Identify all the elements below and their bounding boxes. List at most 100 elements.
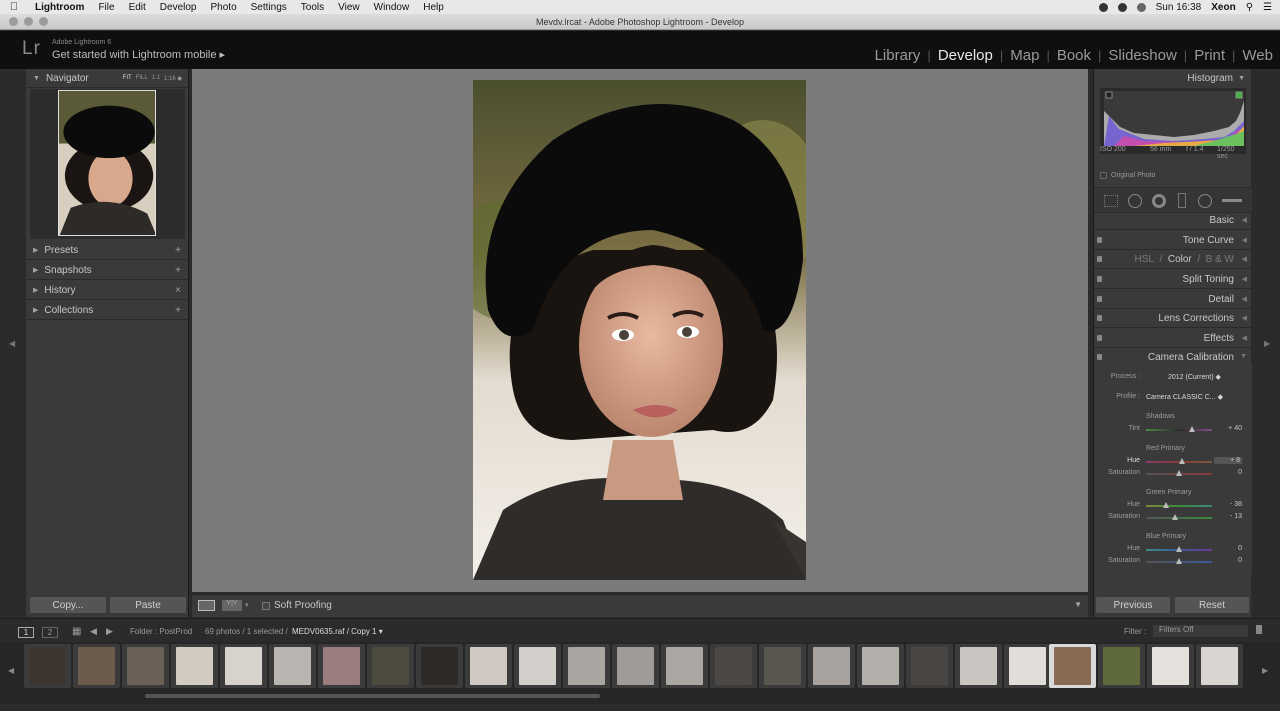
status-icon[interactable] (1117, 2, 1127, 12)
filter-dropdown[interactable]: Filters Off (1153, 625, 1248, 637)
zoom-fit[interactable]: FIT (123, 75, 132, 82)
film-thumb[interactable] (24, 644, 71, 688)
toggle-switch-icon[interactable] (1097, 315, 1102, 321)
module-map[interactable]: Map (1003, 47, 1046, 64)
histogram-header[interactable]: Histogram ▼ (1094, 69, 1251, 88)
module-slideshow[interactable]: Slideshow (1101, 47, 1183, 64)
blue-saturation-slider[interactable] (1146, 558, 1212, 564)
mobile-prompt[interactable]: Get started with Lightroom mobile ▸ (52, 48, 225, 61)
green-hue-slider[interactable] (1146, 502, 1212, 508)
filter-lock-icon[interactable] (1256, 625, 1262, 634)
back-arrow-icon[interactable]: ◀ (90, 626, 97, 637)
wifi-icon[interactable] (1136, 2, 1146, 12)
toggle-switch-icon[interactable] (1097, 354, 1102, 360)
color-tab[interactable]: Color (1168, 254, 1192, 265)
add-snapshot-icon[interactable]: + (175, 265, 181, 276)
toggle-switch-icon[interactable] (1097, 256, 1102, 262)
before-after-icon[interactable]: Y|Y (222, 600, 242, 611)
film-thumb-selected[interactable] (1049, 644, 1096, 688)
add-preset-icon[interactable]: + (175, 245, 181, 256)
graduated-filter-icon[interactable] (1178, 193, 1186, 208)
hsl-tab[interactable]: HSL (1134, 254, 1153, 265)
filmstrip-scrollbar[interactable] (145, 694, 600, 698)
shadows-tint-slider[interactable] (1146, 426, 1212, 432)
toggle-switch-icon[interactable] (1097, 276, 1102, 282)
main-photo[interactable] (473, 80, 806, 580)
search-icon[interactable]: ⚲ (1246, 2, 1253, 13)
film-thumb[interactable] (906, 644, 953, 688)
film-thumb[interactable] (1196, 644, 1243, 688)
zoom-fill[interactable]: FILL (136, 75, 148, 82)
film-thumb[interactable] (661, 644, 708, 688)
reset-button[interactable]: Reset (1175, 597, 1249, 613)
filmstrip-right-icon[interactable]: ▶ (1262, 666, 1268, 675)
menu-photo[interactable]: Photo (204, 2, 244, 13)
film-thumb[interactable] (220, 644, 267, 688)
film-thumb[interactable] (122, 644, 169, 688)
menu-list-icon[interactable]: ☰ (1263, 2, 1272, 13)
paste-button[interactable]: Paste (110, 597, 186, 613)
film-thumb[interactable] (1004, 644, 1051, 688)
clear-history-icon[interactable]: × (175, 285, 181, 296)
menu-tools[interactable]: Tools (294, 2, 331, 13)
apple-icon[interactable]:  (0, 1, 28, 13)
film-thumb[interactable] (73, 644, 120, 688)
menu-lightroom[interactable]: Lightroom (28, 2, 91, 13)
toggle-switch-icon[interactable] (1097, 335, 1102, 341)
film-thumb[interactable] (367, 644, 414, 688)
film-thumb[interactable] (710, 644, 757, 688)
crop-tool-icon[interactable] (1104, 195, 1118, 207)
grid-view-icon[interactable]: ▦ (72, 626, 81, 637)
loupe-view-icon[interactable] (198, 600, 215, 611)
soft-proofing-checkbox[interactable] (262, 602, 270, 610)
collections-header[interactable]: ▶ Collections + (26, 301, 188, 320)
spot-removal-icon[interactable] (1128, 194, 1142, 208)
slider-knob[interactable] (1178, 458, 1185, 464)
module-print[interactable]: Print (1187, 47, 1232, 64)
film-thumb[interactable] (1147, 644, 1194, 688)
clock[interactable]: Sun 16:38 (1156, 2, 1202, 13)
menu-settings[interactable]: Settings (244, 2, 294, 13)
film-thumb[interactable] (1098, 644, 1145, 688)
before-after-menu-icon[interactable]: ▾ (245, 601, 249, 609)
blue-hue-value[interactable]: 0 (1214, 545, 1242, 552)
film-thumb[interactable] (416, 644, 463, 688)
basic-section[interactable]: Basic ◀ (1094, 211, 1252, 230)
red-eye-icon[interactable] (1152, 194, 1166, 208)
film-thumb[interactable] (269, 644, 316, 688)
module-library[interactable]: Library (868, 47, 928, 64)
folder-label[interactable]: Folder : PostProd (130, 627, 192, 636)
radial-filter-icon[interactable] (1198, 194, 1212, 208)
red-saturation-slider[interactable] (1146, 470, 1212, 476)
histogram[interactable]: ISO 200 56 mm f / 1.4 1/250 sec (1100, 88, 1246, 160)
toolbar-menu-icon[interactable]: ▼ (1074, 600, 1082, 609)
current-file[interactable]: MEDV0635.raf / Copy 1 ▾ (292, 627, 383, 636)
forward-arrow-icon[interactable]: ▶ (106, 626, 113, 637)
film-thumb[interactable] (563, 644, 610, 688)
page-1-button[interactable]: 1 (18, 627, 34, 638)
snapshots-header[interactable]: ▶ Snapshots + (26, 261, 188, 280)
navigator-thumbnail[interactable] (58, 90, 156, 236)
process-dropdown[interactable]: 2012 (Current) ◆ (1168, 373, 1221, 381)
toggle-switch-icon[interactable] (1097, 237, 1102, 243)
film-thumb[interactable] (514, 644, 561, 688)
lens-corrections-section[interactable]: Lens Corrections ◀ (1094, 309, 1252, 328)
green-saturation-slider[interactable] (1146, 514, 1212, 520)
image-canvas[interactable] (192, 69, 1088, 592)
navigator-preview[interactable] (30, 89, 185, 239)
film-thumb[interactable] (318, 644, 365, 688)
tone-curve-section[interactable]: Tone Curve ◀ (1094, 231, 1252, 250)
slider-knob[interactable] (1176, 558, 1182, 564)
menu-develop[interactable]: Develop (153, 2, 204, 13)
toggle-switch-icon[interactable] (1097, 296, 1102, 302)
shadows-tint-value[interactable]: + 40 (1214, 425, 1242, 432)
adjustment-brush-icon[interactable] (1222, 199, 1242, 202)
film-thumb[interactable] (857, 644, 904, 688)
zoom-1-1[interactable]: 1:1 (152, 75, 160, 82)
bw-tab[interactable]: B & W (1206, 254, 1234, 265)
menu-edit[interactable]: Edit (122, 2, 153, 13)
green-hue-value[interactable]: - 38 (1214, 501, 1242, 508)
film-thumb[interactable] (808, 644, 855, 688)
zoom-1-16[interactable]: 1:16 ◆ (164, 75, 182, 82)
module-develop[interactable]: Develop (931, 47, 1000, 64)
